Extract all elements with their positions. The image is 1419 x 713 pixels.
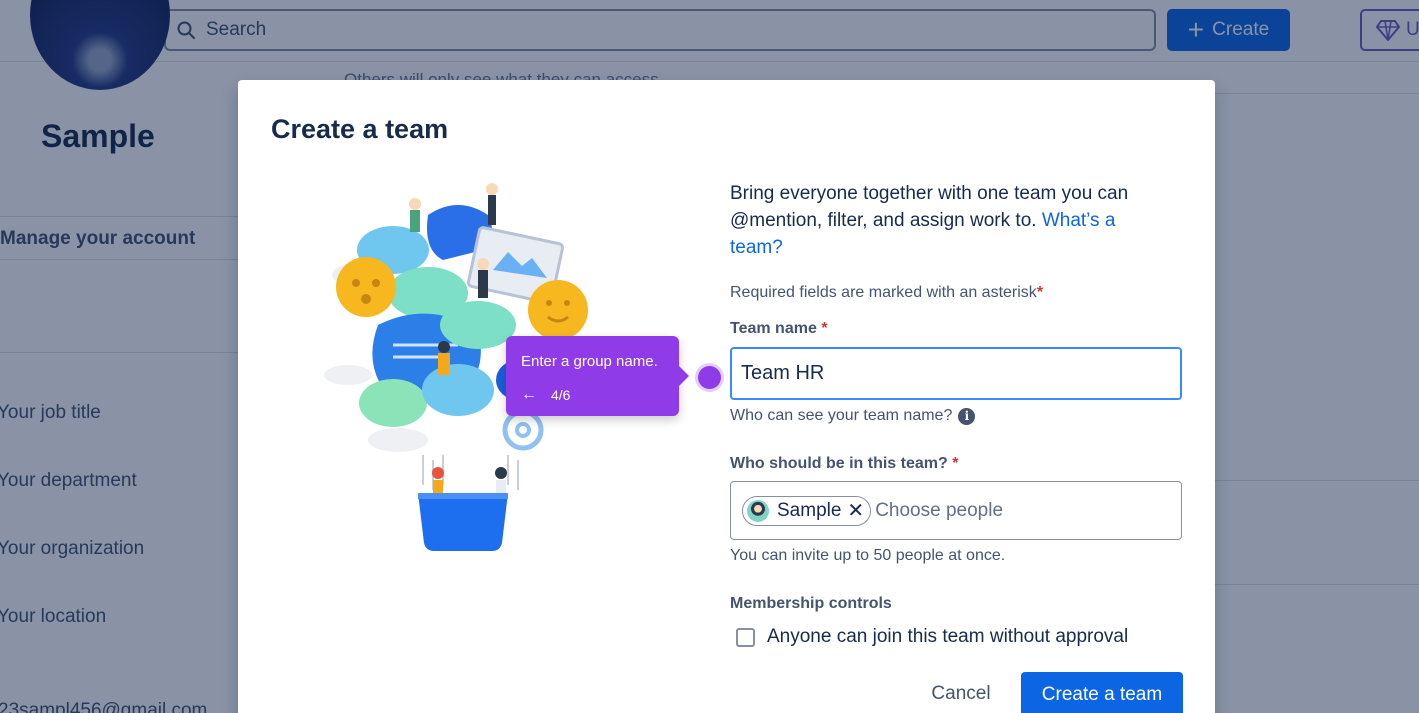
dialog-title: Create a team (271, 114, 449, 144)
team-name-label-text: Team name (730, 320, 817, 337)
membership-controls-label: Membership controls (730, 595, 892, 612)
required-fields-note: Required fields are marked with an aster… (730, 284, 1043, 302)
avatar (747, 499, 769, 522)
team-name-input[interactable]: Team HR (730, 347, 1182, 400)
team-name-helper: Who can see your team name? i (730, 407, 976, 425)
info-icon[interactable]: i (958, 407, 976, 425)
required-note-text: Required fields are marked with an aster… (730, 284, 1037, 301)
guide-hotspot-dot[interactable] (698, 366, 721, 389)
people-picker[interactable]: Sample ✕ Choose people (730, 481, 1182, 540)
guide-tooltip-nav: ← 4/6 (521, 386, 570, 404)
member-chip: Sample ✕ (742, 495, 872, 526)
cancel-button[interactable]: Cancel (914, 672, 1008, 713)
remove-member-icon[interactable]: ✕ (847, 498, 864, 523)
member-chip-name: Sample (777, 499, 842, 521)
create-team-button[interactable]: Create a team (1021, 672, 1183, 713)
guide-tooltip: Enter a group name. ← 4/6 (506, 336, 689, 416)
approval-checkbox[interactable] (736, 627, 755, 647)
team-name-label: Team name * (730, 320, 828, 338)
members-label: Who should be in this team? * (730, 455, 958, 473)
back-arrow-icon[interactable]: ← (521, 386, 537, 404)
required-asterisk: * (952, 455, 959, 472)
approval-checkbox-label[interactable]: Anyone can join this team without approv… (767, 626, 1128, 648)
approval-checkbox-row[interactable]: Anyone can join this team without approv… (736, 626, 1128, 648)
people-picker-placeholder: Choose people (875, 499, 1004, 521)
guide-tooltip-text: Enter a group name. (521, 353, 658, 370)
members-label-text: Who should be in this team? (730, 455, 948, 472)
required-asterisk: * (1036, 284, 1044, 301)
create-team-dialog: Create a team Bring everyone together wi… (238, 80, 1215, 713)
guide-step-counter: 4/6 (551, 387, 571, 403)
team-name-helper-text: Who can see your team name? (730, 407, 953, 424)
members-helper: You can invite up to 50 people at once. (730, 547, 1006, 564)
dialog-intro: Bring everyone together with one team yo… (730, 180, 1170, 261)
required-asterisk: * (821, 320, 828, 337)
team-name-value: Team HR (741, 362, 825, 384)
